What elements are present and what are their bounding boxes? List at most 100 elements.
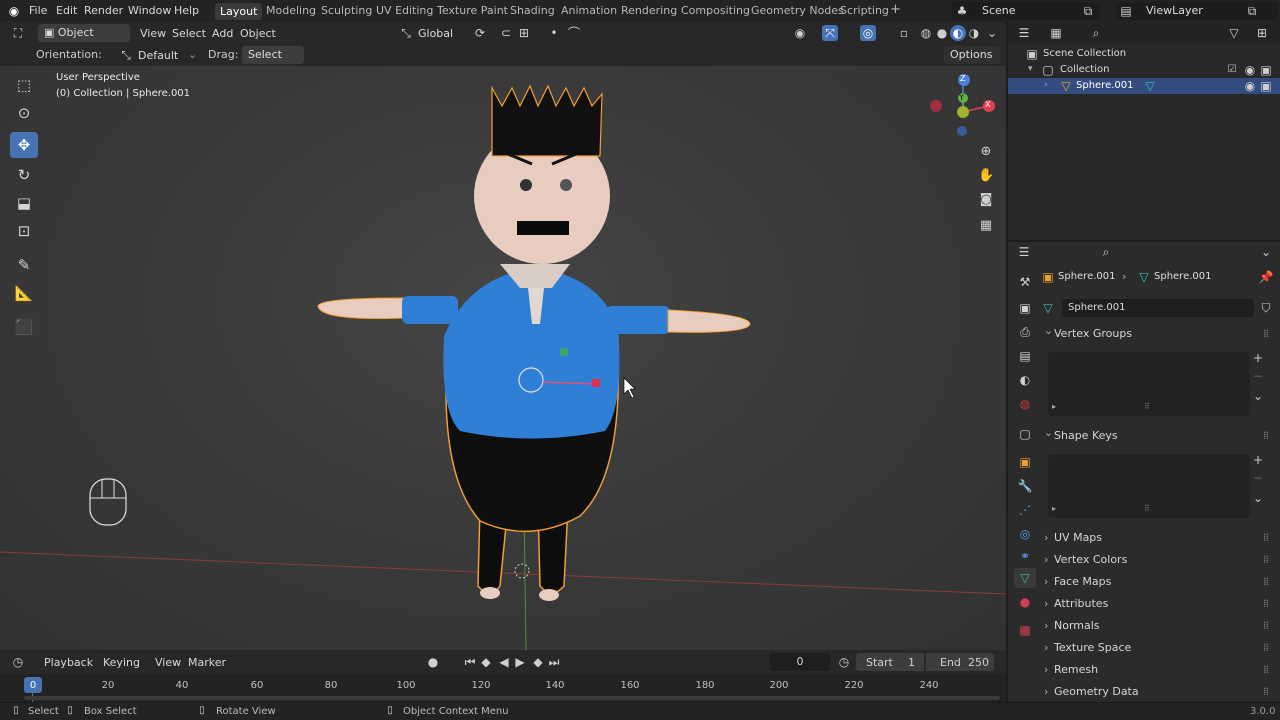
drag-handle-icon[interactable]: ⁞⁞ bbox=[1263, 572, 1269, 592]
new-collection-icon[interactable]: ⊞ bbox=[1254, 25, 1270, 41]
visibility-icon[interactable]: ◉ bbox=[792, 25, 808, 41]
add-shape-key-icon[interactable]: + bbox=[1250, 452, 1266, 468]
drag-handle-icon[interactable]: ⁞⁞ bbox=[1263, 324, 1269, 344]
material-tab-icon[interactable]: ● bbox=[1014, 592, 1036, 612]
play-reverse-icon[interactable]: ◀ bbox=[496, 654, 512, 670]
move-tool-icon[interactable]: ✥ bbox=[10, 132, 38, 158]
scene-tab-icon[interactable]: ◐ bbox=[1014, 370, 1036, 390]
falloff-icon[interactable]: ⌒ bbox=[566, 25, 582, 41]
add-cube-tool-icon[interactable]: ⬛ bbox=[10, 314, 38, 340]
eye-icon[interactable]: ◉ bbox=[1242, 78, 1258, 94]
mesh-datablock-selector[interactable]: ▽ Sphere.001 ⛉ bbox=[1040, 298, 1276, 318]
panel-attributes[interactable]: Attributes ⁞⁞ bbox=[1040, 594, 1276, 614]
eye-icon[interactable]: ◉ bbox=[1242, 62, 1258, 78]
remove-vertex-group-icon[interactable]: − bbox=[1250, 368, 1266, 384]
fake-user-shield-icon[interactable]: ⛉ bbox=[1258, 300, 1274, 316]
checkbox-icon[interactable]: ☑ bbox=[1224, 62, 1240, 78]
shape-key-specials-icon[interactable]: ⌄ bbox=[1250, 490, 1266, 506]
drag-handle-icon[interactable]: ⁞⁞ bbox=[1263, 682, 1269, 702]
properties-editor-icon[interactable]: ☰ bbox=[1016, 244, 1032, 260]
grid-view-icon[interactable]: ▦ bbox=[978, 218, 994, 234]
filter-icon[interactable]: ▽ bbox=[1226, 25, 1242, 41]
collection-tab-icon[interactable]: ▢ bbox=[1014, 424, 1036, 444]
panel-uv-maps[interactable]: UV Maps ⁞⁞ bbox=[1040, 528, 1276, 548]
preview-range-icon[interactable]: ◷ bbox=[836, 654, 852, 670]
resize-grip-icon[interactable]: ⠿ bbox=[1144, 504, 1150, 513]
menu-view[interactable]: View bbox=[140, 27, 166, 40]
object-tab-icon[interactable]: ▣ bbox=[1014, 452, 1036, 472]
proportional-edit-icon[interactable]: • bbox=[546, 25, 562, 41]
tab-animation[interactable]: Animation bbox=[561, 4, 617, 17]
timeline-editor-icon[interactable]: ◷ bbox=[10, 654, 26, 670]
snap-icon[interactable]: ⊂ bbox=[498, 25, 514, 41]
menu-playback[interactable]: Playback bbox=[44, 656, 93, 669]
tab-texture-paint[interactable]: Texture Paint bbox=[437, 4, 508, 17]
drag-handle-icon[interactable]: ⁞⁞ bbox=[1263, 616, 1269, 636]
shading-options-icon[interactable]: ⌄ bbox=[984, 25, 1000, 41]
tab-sculpting[interactable]: Sculpting bbox=[321, 4, 372, 17]
pin-icon[interactable]: 📌 bbox=[1258, 269, 1274, 285]
scale-tool-icon[interactable]: ⬓ bbox=[10, 190, 38, 216]
display-mode-icon[interactable]: ▦ bbox=[1048, 25, 1064, 41]
outliner-editor-icon[interactable]: ☰ bbox=[1016, 25, 1032, 41]
3d-viewport[interactable]: User Perspective (0) Collection | Sphere… bbox=[0, 66, 1006, 650]
wireframe-shading-icon[interactable]: ◍ bbox=[918, 25, 934, 41]
tab-layout[interactable]: Layout bbox=[215, 3, 263, 20]
vertex-group-specials-icon[interactable]: ⌄ bbox=[1250, 388, 1266, 404]
cursor-tool-icon[interactable]: ⊙ bbox=[10, 100, 38, 126]
tab-geometry-nodes[interactable]: Geometry Nodes bbox=[751, 4, 844, 17]
search-icon[interactable]: ⌕ bbox=[1088, 25, 1104, 41]
menu-keying[interactable]: Keying bbox=[103, 656, 140, 669]
menu-view[interactable]: View bbox=[155, 656, 181, 669]
tab-scripting[interactable]: Scripting bbox=[840, 4, 889, 17]
xray-icon[interactable]: ▫ bbox=[896, 25, 912, 41]
world-tab-icon[interactable]: ◍ bbox=[1014, 394, 1036, 414]
rotate-tool-icon[interactable]: ↻ bbox=[10, 162, 38, 188]
menu-object[interactable]: Object bbox=[240, 27, 276, 40]
texture-tab-icon[interactable]: ▩ bbox=[1014, 620, 1036, 640]
editor-type-icon[interactable]: ⛶ bbox=[10, 25, 26, 41]
tab-rendering[interactable]: Rendering bbox=[621, 4, 677, 17]
remove-shape-key-icon[interactable]: − bbox=[1250, 470, 1266, 486]
render-tab-icon[interactable]: ▣ bbox=[1014, 298, 1036, 318]
overlay-toggle-icon[interactable]: ◎ bbox=[860, 25, 876, 41]
gizmo-toggle-icon[interactable]: ⤧ bbox=[822, 25, 838, 41]
view-layer-tab-icon[interactable]: ▤ bbox=[1014, 346, 1036, 366]
outliner-row-sphere[interactable]: › ▽ Sphere.001 ▽ ◉ ▣ bbox=[1008, 78, 1280, 94]
blender-logo-icon[interactable]: ◉ bbox=[6, 3, 22, 19]
rendered-shading-icon[interactable]: ◑ bbox=[966, 25, 982, 41]
panel-texture-space[interactable]: Texture Space ⁞⁞ bbox=[1040, 638, 1276, 658]
menu-help[interactable]: Help bbox=[174, 4, 199, 17]
expand-arrow-icon[interactable]: › bbox=[1044, 80, 1048, 90]
material-shading-icon[interactable]: ◐ bbox=[950, 25, 966, 41]
menu-edit[interactable]: Edit bbox=[56, 4, 77, 17]
tool-tab-icon[interactable]: ⚒ bbox=[1014, 272, 1036, 292]
tab-shading[interactable]: Shading bbox=[510, 4, 555, 17]
outliner-row-scene-collection[interactable]: ▣ Scene Collection bbox=[1008, 46, 1280, 62]
drag-handle-icon[interactable]: ⁞⁞ bbox=[1263, 594, 1269, 614]
jump-end-icon[interactable]: ⏭ bbox=[546, 654, 562, 670]
zoom-icon[interactable]: ⊕ bbox=[978, 144, 994, 160]
chevron-down-icon[interactable]: ⌄ bbox=[1258, 244, 1274, 260]
collapse-arrow-icon[interactable]: ▾ bbox=[1028, 64, 1033, 74]
menu-render[interactable]: Render bbox=[84, 4, 123, 17]
panel-remesh[interactable]: Remesh ⁞⁞ bbox=[1040, 660, 1276, 680]
orientation-default-dropdown[interactable]: ⤡ Default ⌄ bbox=[118, 46, 198, 64]
options-dropdown[interactable]: Options bbox=[944, 46, 1000, 64]
end-frame-field[interactable]: End 250 bbox=[926, 653, 994, 671]
add-vertex-group-icon[interactable]: + bbox=[1250, 350, 1266, 366]
timeline-ruler[interactable]: 0 20 40 60 80 100 120 140 160 180 200 22… bbox=[0, 674, 1006, 702]
menu-window[interactable]: Window bbox=[128, 4, 171, 17]
pan-hand-icon[interactable]: ✋ bbox=[978, 168, 994, 184]
auto-keying-icon[interactable]: ● bbox=[425, 654, 441, 670]
menu-add[interactable]: Add bbox=[212, 27, 233, 40]
tab-compositing[interactable]: Compositing bbox=[681, 4, 750, 17]
mode-dropdown[interactable]: ▣ Object Mode bbox=[38, 24, 130, 57]
annotate-tool-icon[interactable]: ✎ bbox=[10, 252, 38, 278]
mesh-name-field[interactable]: Sphere.001 bbox=[1062, 299, 1254, 317]
camera-icon[interactable]: ▣ bbox=[1258, 78, 1274, 94]
output-tab-icon[interactable]: ⎙ bbox=[1014, 322, 1036, 342]
panel-shape-keys[interactable]: Shape Keys ⁞⁞ bbox=[1040, 423, 1276, 446]
tab-modeling[interactable]: Modeling bbox=[266, 4, 316, 17]
physics-tab-icon[interactable]: ◎ bbox=[1014, 524, 1036, 544]
